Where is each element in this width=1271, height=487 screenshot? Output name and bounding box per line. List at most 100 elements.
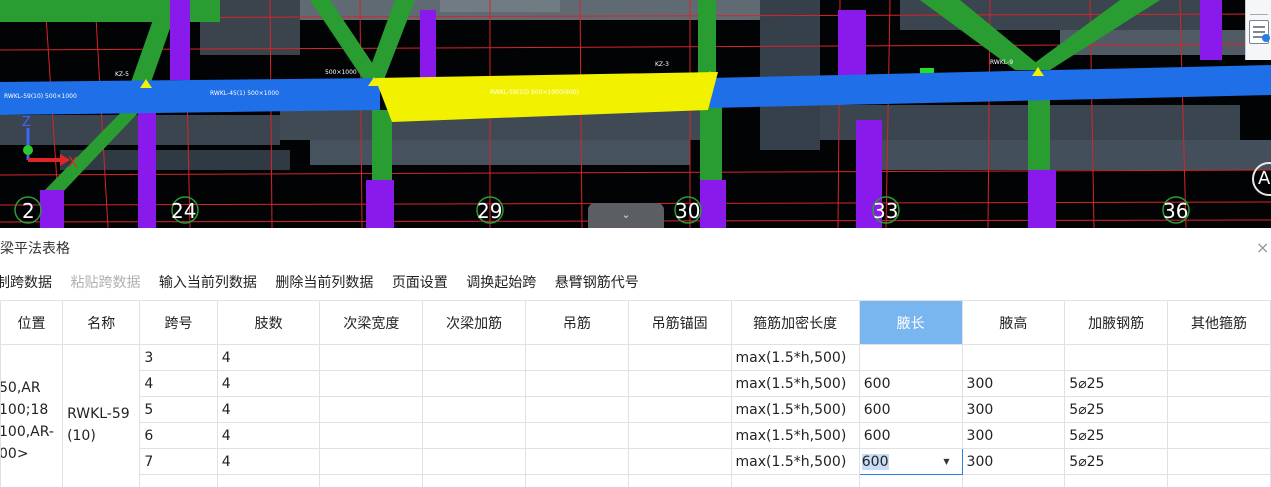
hanger-anchor-cell[interactable]	[627, 344, 732, 371]
hanger-rebar-cell[interactable]	[525, 448, 629, 475]
collapse-panel-button[interactable]: ⌄	[588, 203, 664, 228]
secondary-beam-width-cell[interactable]	[319, 370, 424, 397]
viewport-canvas[interactable]: RWKL-59(10) 500×1000 RWKL-45(1) 500×1000…	[0, 0, 1271, 228]
haunch-height-cell[interactable]	[961, 344, 1066, 371]
haunch-height-cell[interactable]: 300	[961, 370, 1066, 397]
toolbar-delete-column-data[interactable]: 删除当前列数据	[275, 270, 373, 296]
haunch-length-dropdown[interactable]: 600 ▼	[861, 451, 960, 473]
secondary-beam-width-cell[interactable]	[319, 344, 424, 371]
legs-cell[interactable]: 4	[216, 422, 321, 449]
hanger-anchor-cell[interactable]	[627, 448, 732, 475]
hanger-anchor-cell[interactable]	[627, 370, 732, 397]
secondary-beam-width-cell[interactable]	[319, 474, 424, 487]
toolbar-cantilever-rebar-code[interactable]: 悬臂钢筋代号	[555, 270, 639, 296]
column-header[interactable]: 加腋钢筋	[1064, 300, 1169, 345]
column-header-active[interactable]: 腋长	[858, 300, 963, 345]
dense-length-cell[interactable]: max(1.5*h,500)	[730, 344, 860, 371]
span-cell[interactable]: 6	[139, 422, 218, 449]
other-stirrup-cell[interactable]	[1167, 474, 1271, 487]
haunch-rebar-cell[interactable]: 5⌀25	[1064, 422, 1169, 449]
column-header[interactable]: 名称	[62, 300, 141, 345]
hanger-anchor-cell[interactable]	[627, 396, 732, 423]
haunch-length-edit-cell[interactable]: 600 ▼	[858, 448, 963, 475]
other-stirrup-cell[interactable]	[1167, 344, 1271, 371]
haunch-rebar-cell[interactable]	[1064, 344, 1169, 371]
legs-cell[interactable]: 4	[216, 448, 321, 475]
dense-length-cell[interactable]: max(1.5*h,500)	[730, 422, 860, 449]
other-stirrup-cell[interactable]	[1167, 448, 1271, 475]
column-header[interactable]: 吊筋锚固	[627, 300, 732, 345]
hanger-rebar-cell[interactable]	[525, 396, 629, 423]
column-header[interactable]: 跨号	[139, 300, 218, 345]
close-icon[interactable]: ×	[1256, 238, 1271, 258]
span-cell[interactable]: 3	[139, 344, 218, 371]
haunch-length-cell[interactable]: 600	[858, 422, 963, 449]
other-stirrup-cell[interactable]	[1167, 396, 1271, 423]
dense-length-cell[interactable]	[730, 474, 860, 487]
span-cell[interactable]: 7	[139, 448, 218, 475]
haunch-rebar-cell[interactable]: 5⌀25	[1064, 448, 1169, 475]
haunch-rebar-cell[interactable]: 5⌀25	[1064, 396, 1169, 423]
name-cell[interactable]: RWKL-59 (10)	[62, 344, 141, 487]
column-header[interactable]: 箍筋加密长度	[730, 300, 860, 345]
column-header[interactable]: 位置	[0, 300, 64, 345]
secondary-beam-width-cell[interactable]	[319, 396, 424, 423]
haunch-length-cell[interactable]: 600	[858, 396, 963, 423]
span-cell[interactable]	[139, 474, 218, 487]
haunch-height-cell[interactable]: 300	[961, 422, 1066, 449]
x-axis-label: X	[68, 155, 78, 171]
hanger-rebar-cell[interactable]	[525, 344, 629, 371]
haunch-length-cell[interactable]	[858, 344, 963, 371]
column-header[interactable]: 次梁加筋	[422, 300, 527, 345]
secondary-beam-width-cell[interactable]	[319, 448, 424, 475]
haunch-height-cell[interactable]: 300	[961, 396, 1066, 423]
other-stirrup-cell[interactable]	[1167, 422, 1271, 449]
secondary-beam-rebar-cell[interactable]	[422, 448, 527, 475]
column-header[interactable]: 其他箍筋	[1167, 300, 1271, 345]
other-stirrup-cell[interactable]	[1167, 370, 1271, 397]
toolbar-copy-span-data[interactable]: 制跨数据	[0, 270, 52, 296]
dropdown-arrow-icon[interactable]: ▼	[943, 451, 949, 473]
dense-length-cell[interactable]: max(1.5*h,500)	[730, 370, 860, 397]
haunch-height-cell[interactable]	[961, 474, 1066, 487]
span-cell[interactable]: 4	[139, 370, 218, 397]
hanger-rebar-cell[interactable]	[525, 474, 629, 487]
settings-dot-icon[interactable]	[1262, 34, 1270, 42]
toolbar-swap-start-span[interactable]: 调换起始跨	[466, 270, 536, 296]
haunch-length-cell[interactable]: 600	[858, 370, 963, 397]
hanger-anchor-cell[interactable]	[627, 474, 732, 487]
hanger-anchor-cell[interactable]	[627, 422, 732, 449]
secondary-beam-rebar-cell[interactable]	[422, 396, 527, 423]
secondary-beam-width-cell[interactable]	[319, 422, 424, 449]
haunch-length-cell[interactable]	[858, 474, 963, 487]
secondary-beam-rebar-cell[interactable]	[422, 370, 527, 397]
column-header[interactable]: 腋高	[961, 300, 1066, 345]
legs-cell[interactable]: 4	[216, 344, 321, 371]
haunch-height-cell[interactable]: 300	[961, 448, 1066, 475]
haunch-rebar-cell[interactable]	[1064, 474, 1169, 487]
span-cell[interactable]: 5	[139, 396, 218, 423]
svg-text:RWKL-9: RWKL-9	[990, 59, 1013, 66]
haunch-rebar-cell[interactable]: 5⌀25	[1064, 370, 1169, 397]
dense-length-cell[interactable]: max(1.5*h,500)	[730, 448, 860, 475]
table-toolbar: 制跨数据 粘贴跨数据 输入当前列数据 删除当前列数据 页面设置 调换起始跨 悬臂…	[0, 270, 1271, 296]
legs-cell[interactable]: 4	[216, 370, 321, 397]
toolbar-page-setup[interactable]: 页面设置	[392, 270, 448, 296]
column-header[interactable]: 吊筋	[525, 300, 629, 345]
location-cell[interactable]: 50,AR 100;18 100,AR- 00>	[0, 344, 64, 487]
tool-handle-icon[interactable]	[1250, 2, 1268, 15]
toolbar-input-column-data[interactable]: 输入当前列数据	[159, 270, 257, 296]
hanger-rebar-cell[interactable]	[525, 370, 629, 397]
toolbar-paste-span-data[interactable]: 粘贴跨数据	[70, 270, 140, 296]
haunch-length-value[interactable]: 600	[861, 453, 889, 470]
hanger-rebar-cell[interactable]	[525, 422, 629, 449]
secondary-beam-rebar-cell[interactable]	[422, 344, 527, 371]
column-header[interactable]: 次梁宽度	[319, 300, 424, 345]
secondary-beam-rebar-cell[interactable]	[422, 474, 527, 487]
secondary-beam-rebar-cell[interactable]	[422, 422, 527, 449]
column-header[interactable]: 肢数	[216, 300, 321, 345]
3d-viewport[interactable]: RWKL-59(10) 500×1000 RWKL-45(1) 500×1000…	[0, 0, 1271, 228]
legs-cell[interactable]	[216, 474, 321, 487]
legs-cell[interactable]: 4	[216, 396, 321, 423]
dense-length-cell[interactable]: max(1.5*h,500)	[730, 396, 860, 423]
